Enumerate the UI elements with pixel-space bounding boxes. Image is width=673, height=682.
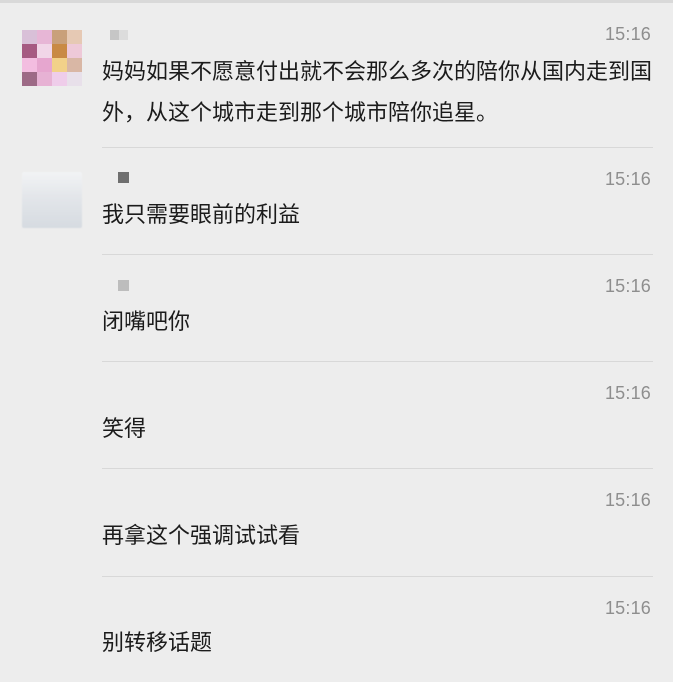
message-divider bbox=[102, 468, 653, 469]
sender-name-redacted bbox=[118, 280, 129, 291]
message-text: 闭嘴吧你 bbox=[102, 310, 191, 335]
message-time: 15:16 bbox=[604, 276, 651, 296]
message-time: 15:16 bbox=[604, 169, 651, 189]
message-text: 再拿这个强调试试看 bbox=[102, 524, 301, 549]
sender-name-redacted bbox=[118, 172, 129, 183]
sender-avatar[interactable] bbox=[22, 30, 82, 86]
message-time: 15:16 bbox=[604, 383, 651, 403]
message-time: 15:16 bbox=[604, 598, 651, 618]
message-text: 我只需要眼前的利益 bbox=[102, 203, 301, 228]
message-divider bbox=[102, 576, 653, 577]
message-text: 别转移话题 bbox=[102, 631, 213, 656]
message-text: 妈妈如果不愿意付出就不会那么多次的陪你从国内走到国外，从这个城市走到那个城市陪你… bbox=[102, 60, 653, 126]
sender-name-redacted bbox=[110, 30, 130, 40]
message-divider bbox=[102, 147, 653, 148]
sender-avatar[interactable] bbox=[22, 172, 82, 228]
message-time: 15:16 bbox=[604, 24, 651, 44]
message-divider bbox=[102, 361, 653, 362]
chat-message: 15:16 妈妈如果不愿意付出就不会那么多次的陪你从国内走到国外，从这个城市走到… bbox=[0, 0, 673, 150]
message-text: 笑得 bbox=[102, 417, 147, 442]
message-time: 15:16 bbox=[604, 490, 651, 510]
message-divider bbox=[102, 254, 653, 255]
